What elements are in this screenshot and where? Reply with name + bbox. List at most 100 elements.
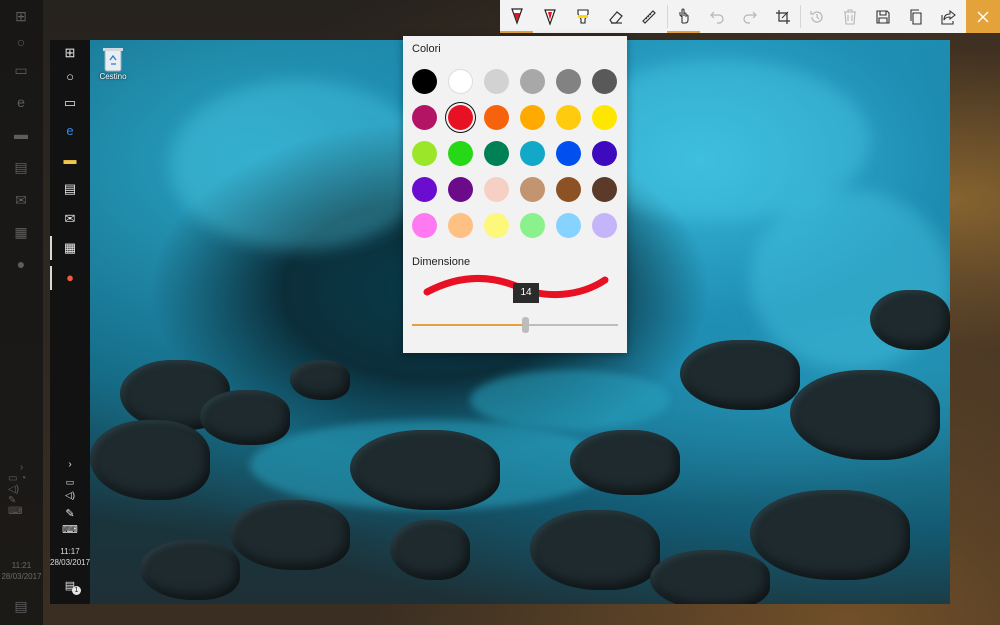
size-slider-thumb[interactable] (522, 317, 529, 333)
active-app-indicator (50, 266, 52, 290)
color-swatch[interactable] (520, 105, 545, 130)
outer-time: 11:21 (11, 561, 32, 570)
pen-icon: ✎ (65, 508, 75, 520)
pen-color-popup: Colori Dimensione 14 (403, 36, 627, 353)
color-swatch[interactable] (556, 69, 581, 94)
eraser-icon (608, 10, 623, 24)
color-swatch[interactable] (484, 177, 509, 202)
save-button[interactable] (866, 0, 899, 33)
recycle-bin-icon (103, 48, 123, 72)
color-swatch[interactable] (592, 141, 617, 166)
size-value-tooltip: 14 (513, 283, 539, 303)
photos-icon[interactable]: ▦ (13, 224, 29, 240)
save-icon (875, 9, 890, 24)
copy-icon (909, 8, 922, 25)
color-swatch[interactable] (412, 69, 437, 94)
redo-button[interactable] (733, 0, 766, 33)
size-slider-track-filled[interactable] (412, 324, 526, 326)
size-slider-track[interactable] (526, 324, 618, 326)
color-swatch[interactable] (412, 105, 437, 130)
color-swatch[interactable] (556, 177, 581, 202)
outer-taskbar: ⊞ ○ ▭ e ▬ ▤ ✉ ▦ ● › ▭ ◔ ◁) ✎ ⌨ 11:21 28/… (0, 0, 43, 625)
pencil-button[interactable] (533, 0, 566, 33)
color-swatch[interactable] (412, 177, 437, 202)
color-swatch[interactable] (520, 69, 545, 94)
color-swatch[interactable] (520, 213, 545, 238)
redo-icon (742, 11, 757, 24)
color-swatch[interactable] (448, 213, 473, 238)
file-explorer-icon[interactable]: ▬ (13, 126, 29, 142)
cortana-icon: ○ (66, 69, 74, 84)
recycle-bin-label: Cestino (99, 72, 127, 81)
active-app-indicator (50, 236, 52, 260)
mail-icon: ✉ (64, 211, 76, 226)
edge-icon[interactable]: e (13, 94, 29, 110)
size-title: Dimensione (412, 256, 471, 268)
color-swatch[interactable] (484, 141, 509, 166)
color-swatch[interactable] (484, 213, 509, 238)
store-icon: ▤ (63, 181, 77, 196)
inner-clock: 11:17 28/03/2017 (50, 546, 90, 568)
battery-icon[interactable]: ▭ ◔ (8, 473, 38, 484)
edge-icon: e (66, 123, 74, 138)
replay-button[interactable] (800, 0, 833, 33)
notification-badge: 1 (72, 586, 81, 595)
color-swatch[interactable] (556, 105, 581, 130)
pencil-icon (543, 8, 556, 26)
color-swatch[interactable] (412, 141, 437, 166)
volume-icon[interactable]: ◁) (8, 484, 38, 495)
volume-icon: ◁) (65, 490, 75, 500)
copy-button[interactable] (899, 0, 932, 33)
eraser-button[interactable] (599, 0, 632, 33)
mail-icon[interactable]: ✉ (13, 192, 29, 208)
cortana-icon[interactable]: ○ (13, 34, 29, 50)
task-view-icon: ▭ (63, 95, 77, 110)
ruler-button[interactable] (632, 0, 665, 33)
store-icon[interactable]: ▤ (13, 159, 29, 175)
color-swatch[interactable] (592, 213, 617, 238)
highlighter-button[interactable] (566, 0, 599, 33)
ballpoint-pen-button[interactable] (500, 0, 533, 33)
highlighter-icon (576, 8, 589, 24)
color-swatch[interactable] (556, 213, 581, 238)
start-icon: ⊞ (64, 45, 76, 60)
color-swatch[interactable] (592, 105, 617, 130)
color-swatch[interactable] (520, 141, 545, 166)
touch-writing-icon (678, 7, 689, 24)
touch-writing-button[interactable] (667, 0, 700, 33)
ruler-icon (641, 9, 656, 24)
start-icon[interactable]: ⊞ (13, 8, 29, 24)
color-swatch[interactable] (484, 69, 509, 94)
action-center-icon[interactable]: ▤ (13, 598, 29, 614)
paint-icon: ● (66, 270, 74, 285)
paint-icon[interactable]: ● (13, 256, 29, 272)
outer-clock[interactable]: 11:21 28/03/2017 (0, 560, 43, 582)
ink-toolbar (500, 0, 1000, 33)
keyboard-icon[interactable]: ⌨ (8, 506, 38, 517)
colors-title: Colori (412, 43, 441, 55)
share-button[interactable] (932, 0, 965, 33)
clear-all-button[interactable] (833, 0, 866, 33)
color-swatch[interactable] (592, 69, 617, 94)
color-swatch[interactable] (448, 105, 473, 130)
color-swatch[interactable] (448, 177, 473, 202)
trash-icon (843, 8, 856, 25)
color-swatch[interactable] (520, 177, 545, 202)
color-swatch[interactable] (448, 69, 473, 94)
outer-system-tray: › ▭ ◔ ◁) ✎ ⌨ (8, 462, 38, 517)
chevron-up-icon[interactable]: › (20, 462, 38, 473)
close-button[interactable] (966, 0, 1000, 33)
undo-icon (709, 11, 724, 24)
close-icon (977, 11, 989, 22)
color-swatch[interactable] (592, 177, 617, 202)
undo-button[interactable] (700, 0, 733, 33)
color-swatch[interactable] (448, 141, 473, 166)
keyboard-icon: ⌨ (62, 524, 78, 536)
chevron-up-icon: › (68, 459, 72, 470)
crop-button[interactable] (766, 0, 799, 33)
color-swatch[interactable] (556, 141, 581, 166)
task-view-icon[interactable]: ▭ (13, 62, 29, 78)
color-swatch[interactable] (412, 213, 437, 238)
pen-icon[interactable]: ✎ (8, 495, 38, 506)
color-swatch[interactable] (484, 105, 509, 130)
